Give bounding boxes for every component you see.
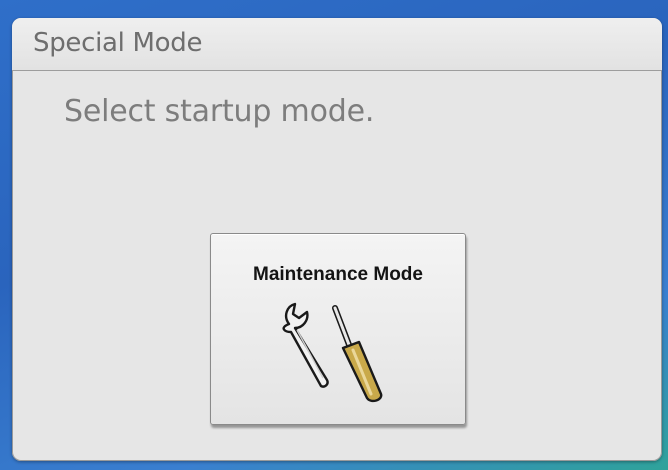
wrench-icon <box>282 302 329 388</box>
special-mode-dialog: Special Mode Select startup mode. Mainte… <box>12 18 662 461</box>
dialog-titlebar: Special Mode <box>12 18 662 71</box>
screwdriver-icon <box>332 305 383 403</box>
maintenance-mode-label: Maintenance Mode <box>253 264 423 285</box>
dialog-title: Special Mode <box>33 28 203 58</box>
wrench-and-screwdriver-icon <box>282 302 383 403</box>
maintenance-mode-button[interactable]: Maintenance Mode <box>210 233 466 425</box>
startup-mode-prompt: Select startup mode. <box>64 94 375 129</box>
